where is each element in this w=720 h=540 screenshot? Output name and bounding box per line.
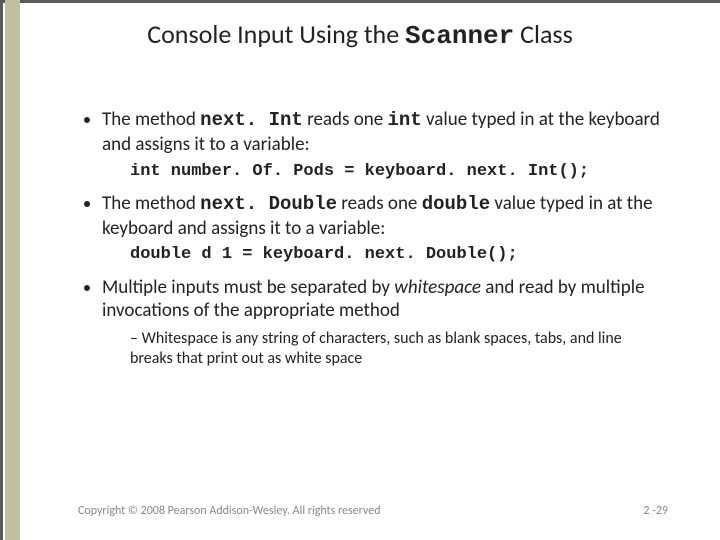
title-post: Class (514, 18, 573, 50)
b2-mono-2: double (422, 193, 490, 215)
left-border-tan (5, 0, 20, 540)
bullet-list: The method next. Int reads one int value… (78, 108, 668, 369)
slide: Console Input Using the Scanner Class Th… (0, 0, 720, 540)
code-line-2: double d 1 = keyboard. next. Double(); (130, 244, 668, 265)
title-pre: Console Input Using the (147, 18, 405, 50)
slide-title: Console Input Using the Scanner Class (0, 18, 720, 51)
bullet-2: The method next. Double reads one double… (102, 192, 668, 266)
top-border (0, 0, 720, 3)
b2-text-b: reads one (337, 192, 422, 215)
title-mono: Scanner (405, 21, 514, 51)
b2-text-a: The method (102, 192, 200, 215)
content-area: The method next. Int reads one int value… (78, 108, 668, 379)
copyright-text: Copyright © 2008 Pearson Addison-Wesley.… (78, 504, 381, 518)
code-line-1: int number. Of. Pods = keyboard. next. I… (130, 161, 668, 182)
b2-mono-1: next. Double (200, 193, 337, 215)
left-border-dark (0, 0, 3, 540)
b1-text-b: reads one (303, 108, 388, 131)
b1-text-a: The method (102, 108, 200, 131)
page-number: 2 -29 (643, 504, 668, 518)
bullet-3: Multiple inputs must be separated by whi… (102, 276, 668, 370)
b3-text-a: Multiple inputs must be separated by (102, 276, 394, 299)
sub-bullet-list: Whitespace is any string of characters, … (102, 329, 668, 369)
b1-mono-2: int (387, 109, 421, 131)
sub-bullet-1: Whitespace is any string of characters, … (130, 329, 668, 369)
bullet-1: The method next. Int reads one int value… (102, 108, 668, 182)
footer: Copyright © 2008 Pearson Addison-Wesley.… (78, 504, 668, 518)
b1-mono-1: next. Int (200, 109, 303, 131)
b3-italic: whitespace (394, 276, 481, 299)
